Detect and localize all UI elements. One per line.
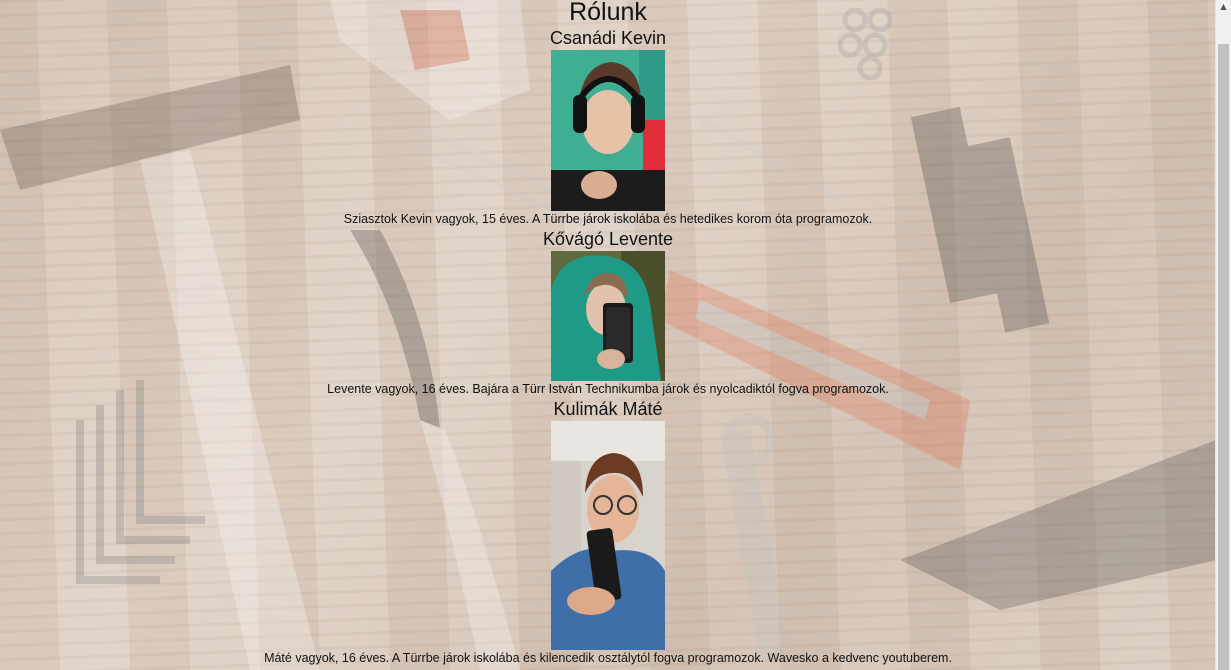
vertical-scrollbar[interactable]: ▲ [1215, 0, 1231, 670]
member-photo-levente [551, 251, 665, 381]
member-bio-levente: Levente vagyok, 16 éves. Bajára a Türr I… [327, 382, 889, 396]
page-title: Rólunk [569, 0, 647, 26]
member-photo-kevin [551, 50, 665, 211]
member-name-kevin: Csanádi Kevin [549, 28, 667, 48]
scroll-up-arrow-icon[interactable]: ▲ [1216, 0, 1231, 15]
member-name-levente: Kővágó Levente [542, 229, 674, 249]
member-bio-mate: Máté vagyok, 16 éves. A Türrbe járok isk… [264, 651, 952, 665]
about-section: Rólunk Csanádi Kevin Sziasztok Kevin vag… [0, 0, 1216, 666]
member-name-mate: Kulimák Máté [553, 399, 663, 419]
member-photo-mate [551, 421, 665, 650]
member-bio-kevin: Sziasztok Kevin vagyok, 15 éves. A Türrb… [343, 212, 873, 226]
scroll-thumb[interactable] [1218, 44, 1229, 670]
